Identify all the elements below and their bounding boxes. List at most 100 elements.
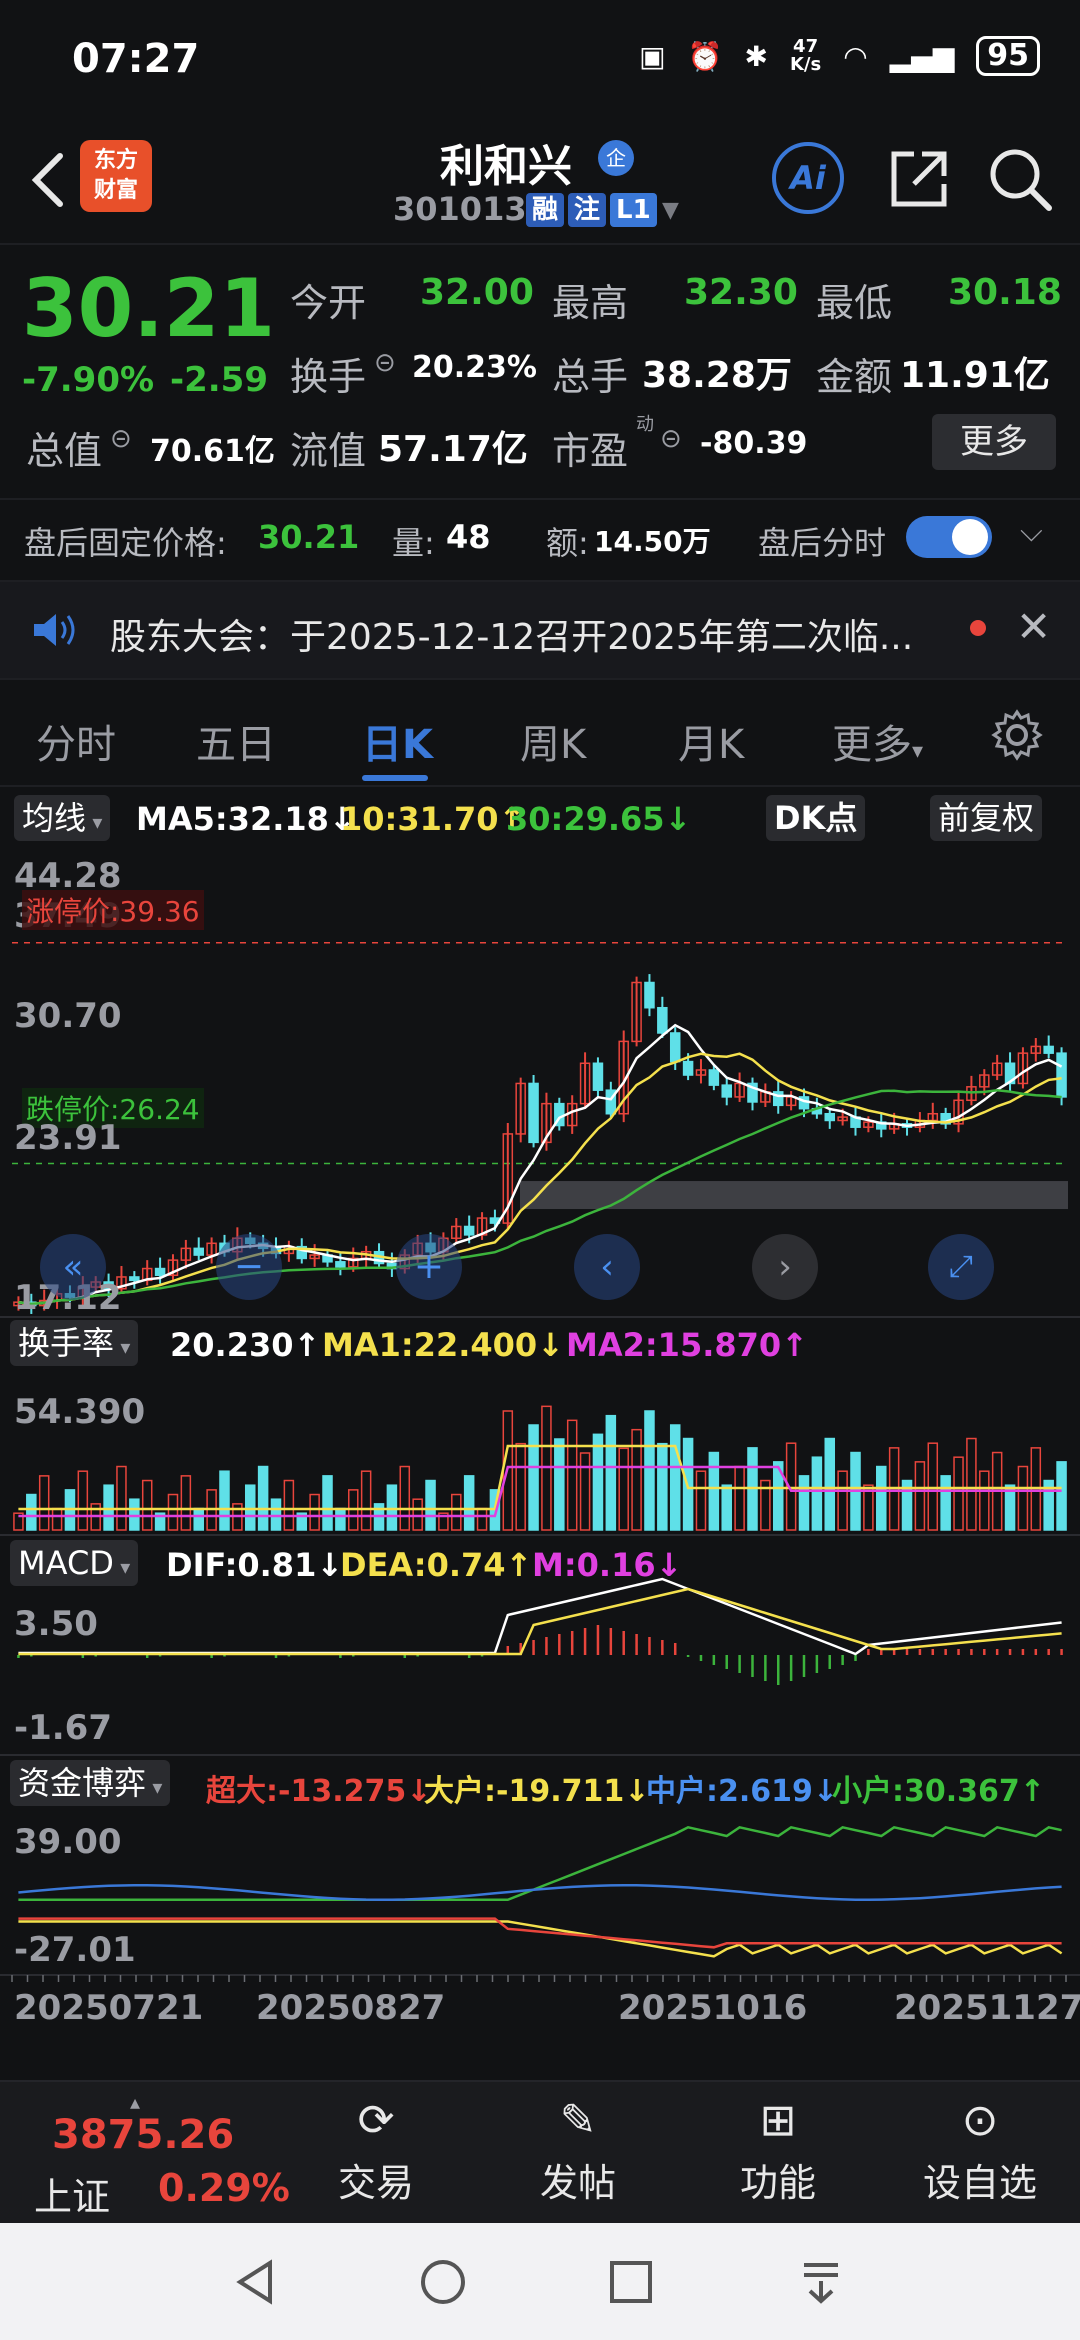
turnover-bar	[322, 1475, 333, 1531]
nav-trade[interactable]: ⟳ 交易	[306, 2095, 446, 2207]
zoom-out-icon[interactable]: −	[216, 1234, 282, 1300]
turnover-bar	[38, 1475, 50, 1531]
zoom-in-icon[interactable]: +	[396, 1234, 462, 1300]
index-name[interactable]: 上证	[34, 2166, 110, 2221]
pan-right-icon[interactable]: ›	[752, 1234, 818, 1300]
yuan-exchange-icon: ⟳	[357, 2095, 395, 2146]
search-icon[interactable]	[985, 144, 1055, 214]
nav-watchlist[interactable]: ⊙ 设自选	[910, 2095, 1050, 2207]
nav-post-label: 发帖	[539, 2161, 616, 2205]
more-button[interactable]: 更多	[932, 414, 1056, 470]
ai-button[interactable]: Ai	[772, 142, 844, 214]
bluetooth-icon: ✱	[744, 39, 768, 73]
candle-body	[1043, 1045, 1054, 1054]
macd-y-top: 3.50	[14, 1604, 98, 1644]
turnover-bar	[399, 1465, 411, 1531]
turnover-bar	[167, 1493, 179, 1531]
turnover-bar	[708, 1451, 720, 1531]
fund-super-line	[18, 1917, 1062, 1949]
close-icon[interactable]: ✕	[1016, 602, 1051, 651]
net-speed: 47 K/s	[790, 38, 821, 74]
fund-small: 小户:30.367↑	[832, 1774, 1045, 1809]
index-value[interactable]: 3875.26	[52, 2112, 234, 2158]
back-button[interactable]	[20, 140, 80, 220]
turnover-bar	[528, 1424, 539, 1531]
low-value: 30.18	[948, 272, 1062, 313]
turnover-current: 20.230↑	[170, 1326, 321, 1364]
turnover-bar	[631, 1428, 642, 1531]
turnover-bar	[244, 1484, 256, 1531]
caret-down-icon: ▾	[113, 1555, 131, 1579]
tab-intraday[interactable]: 分时	[36, 712, 116, 770]
net-speed-unit: K/s	[789, 54, 822, 75]
turnover-info-icon[interactable]: ⊝	[374, 348, 396, 378]
turnover-indicator-selector[interactable]: 换手率 ▾	[10, 1320, 139, 1366]
turnover-bar	[451, 1493, 462, 1531]
system-home-icon[interactable]	[418, 2257, 468, 2307]
turnover-bar	[940, 1475, 951, 1531]
tab-five-day[interactable]: 五日	[196, 712, 276, 770]
enterprise-badge: 企	[598, 140, 634, 176]
logo-line1: 东方	[93, 148, 138, 173]
float-label: 流值	[290, 429, 367, 473]
dk-point-button[interactable]: DK点	[766, 795, 866, 841]
turnover-bar	[592, 1433, 604, 1531]
ma5-value: MA5:32.18↓	[136, 800, 356, 838]
pan-left-icon[interactable]: ‹	[574, 1234, 640, 1300]
code-dropdown-icon[interactable]: ▼	[662, 198, 679, 223]
turnover-bar	[605, 1414, 617, 1531]
mktcap-info-icon[interactable]: ⊝	[110, 424, 132, 454]
turnover-bar	[116, 1465, 127, 1531]
stock-code: 301013	[393, 190, 527, 228]
low-label: 最低	[816, 281, 893, 325]
ah-amt: 14.50万	[594, 525, 711, 558]
tab-weekly-k[interactable]: 周K	[520, 712, 586, 770]
nav-trade-label: 交易	[337, 2161, 414, 2205]
change-percent: -7.90%	[22, 360, 155, 400]
chevron-down-icon[interactable]: ⌵	[1020, 514, 1043, 549]
kline-chart[interactable]	[0, 790, 1080, 2080]
system-notification-icon[interactable]	[796, 2257, 846, 2307]
candle-body	[193, 1247, 204, 1256]
nav-functions[interactable]: ⊞ 功能	[708, 2095, 848, 2207]
mktcap-label: 总值	[26, 429, 103, 473]
tab-more[interactable]: 更多▾	[832, 712, 923, 770]
turnover-bar	[309, 1493, 320, 1531]
index-change[interactable]: 0.29%	[158, 2166, 290, 2210]
tab-monthly-k[interactable]: 月K	[678, 712, 744, 770]
alarm-icon: ⏰	[687, 39, 723, 73]
pe-info-icon[interactable]: ⊝	[660, 424, 682, 454]
macd-m: M:0.16↓	[532, 1546, 683, 1584]
ah-price-label: 盘后固定价格:	[24, 524, 227, 562]
ma-selector-label: 均线	[22, 799, 87, 837]
logo-line2: 财富	[93, 178, 138, 203]
system-recents-icon[interactable]	[608, 2259, 654, 2305]
settings-gear-icon[interactable]	[990, 708, 1044, 762]
rewind-icon[interactable]: «	[40, 1234, 106, 1300]
turnover-bar	[824, 1437, 836, 1531]
candle-body	[1056, 1052, 1067, 1098]
macd-indicator-selector[interactable]: MACD ▾	[10, 1540, 139, 1586]
x-date-3: 20251016	[618, 1988, 808, 2028]
turnover-bar	[180, 1475, 192, 1531]
candle-body	[682, 1060, 694, 1076]
ma-selector[interactable]: 均线 ▾	[14, 795, 111, 841]
limit-up-label: 涨停价:39.36	[22, 890, 204, 930]
share-icon[interactable]	[884, 144, 954, 214]
turnover-bar	[554, 1438, 565, 1531]
tag-attention: 注	[568, 193, 607, 227]
fullscreen-icon[interactable]: ⤢	[928, 1234, 994, 1300]
turnover-y-top: 54.390	[14, 1392, 146, 1432]
tab-daily-k[interactable]: 日K	[362, 712, 433, 770]
candle-body	[463, 1225, 475, 1236]
nav-post[interactable]: ✎ 发帖	[508, 2095, 648, 2207]
candle-body	[644, 981, 655, 1009]
y-tick-mid: 30.70	[14, 996, 122, 1036]
status-icons: ▣ ⏰ ✱ 47 K/s ◠ ▂▄▆ 95	[639, 36, 1040, 76]
system-back-icon[interactable]	[230, 2257, 280, 2307]
adjustment-button[interactable]: 前复权	[930, 795, 1043, 841]
macd-dif: DIF:0.81↓	[166, 1546, 344, 1584]
fund-indicator-selector[interactable]: 资金博弈 ▾	[10, 1760, 171, 1806]
macd-indicator-label: MACD	[18, 1544, 114, 1582]
volume-value: 38.28万	[642, 355, 792, 396]
